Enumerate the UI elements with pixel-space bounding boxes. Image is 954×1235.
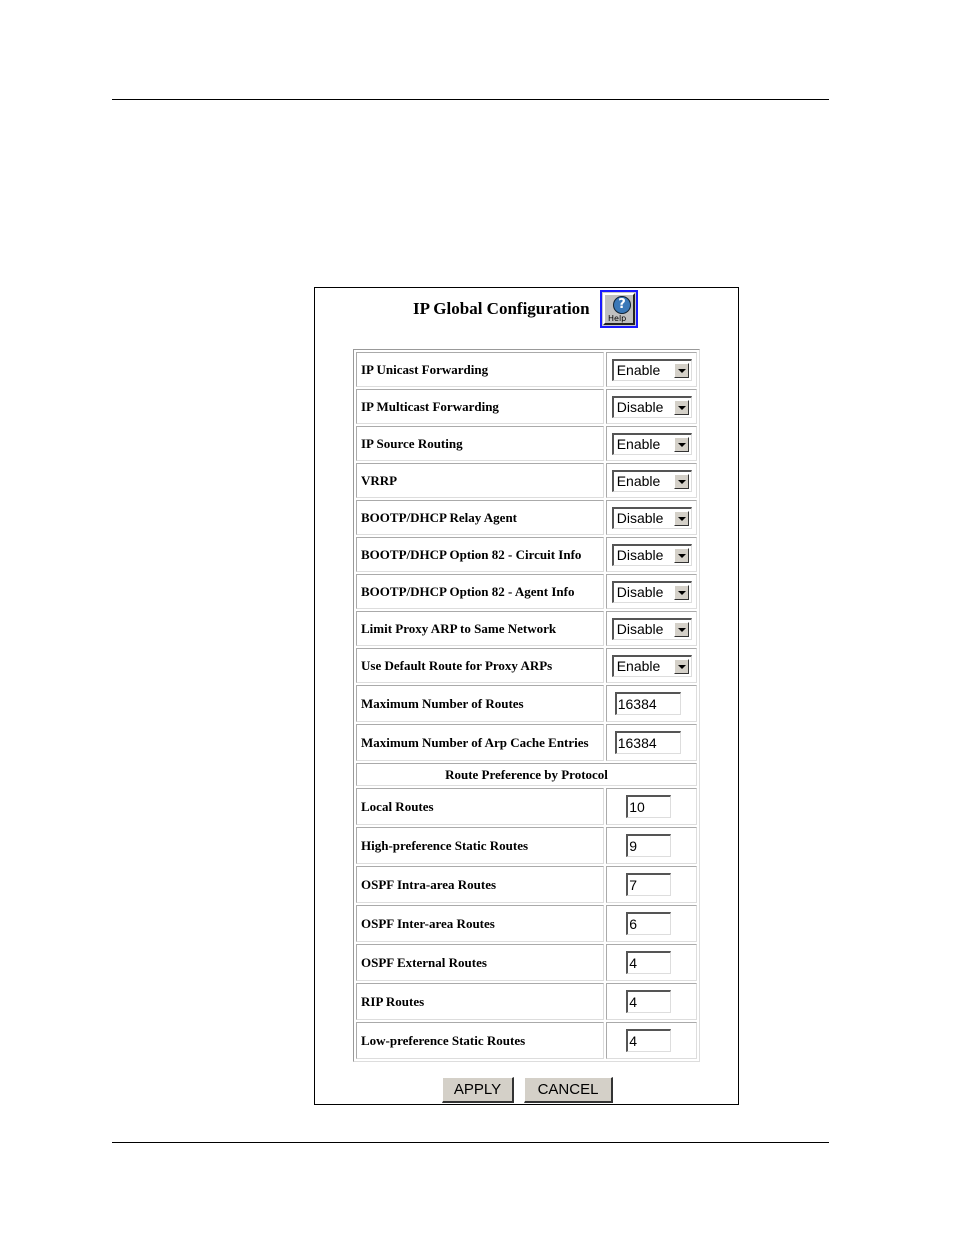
chevron-down-icon[interactable] — [673, 547, 689, 563]
default-route-proxy-arp-select[interactable]: Enable — [611, 654, 692, 677]
ip-global-config-panel: IP Global Configuration ? Help IP Unicas… — [314, 287, 739, 1105]
help-icon: ? — [613, 296, 631, 314]
max-arp-cache-input[interactable] — [614, 731, 681, 754]
limit-proxy-arp-select[interactable]: Disable — [611, 617, 692, 640]
table-row: IP Multicast Forwarding Disable — [356, 389, 697, 424]
option82-agent-info-select[interactable]: Disable — [611, 580, 692, 603]
ip-unicast-forwarding-select[interactable]: Enable — [611, 358, 692, 381]
table-row: OSPF External Routes — [356, 944, 697, 981]
table-row: IP Unicast Forwarding Enable — [356, 352, 697, 387]
bootp-dhcp-relay-select[interactable]: Disable — [611, 506, 692, 529]
table-row: Low-preference Static Routes — [356, 1022, 697, 1059]
header-rule — [112, 99, 829, 100]
max-routes-input[interactable] — [614, 692, 681, 715]
ip-source-routing-select[interactable]: Enable — [611, 432, 692, 455]
ospf-external-input[interactable] — [626, 951, 672, 974]
setting-label: IP Multicast Forwarding — [356, 389, 605, 424]
table-row: Local Routes — [356, 788, 697, 825]
option82-circuit-info-select[interactable]: Disable — [611, 543, 692, 566]
setting-label: RIP Routes — [356, 983, 605, 1020]
apply-button[interactable]: APPLY — [442, 1077, 514, 1103]
title-row: IP Global Configuration ? Help — [315, 290, 738, 330]
local-routes-input[interactable] — [626, 795, 672, 818]
high-pref-static-input[interactable] — [626, 834, 672, 857]
table-row: Maximum Number of Arp Cache Entries — [356, 724, 697, 761]
table-row: Maximum Number of Routes — [356, 685, 697, 722]
setting-label: Maximum Number of Routes — [356, 685, 605, 722]
setting-label: Use Default Route for Proxy ARPs — [356, 648, 605, 683]
cancel-button[interactable]: CANCEL — [524, 1077, 613, 1103]
route-preference-heading: Route Preference by Protocol — [356, 763, 697, 786]
setting-label: BOOTP/DHCP Relay Agent — [356, 500, 605, 535]
rip-routes-input[interactable] — [626, 990, 672, 1013]
setting-label: IP Unicast Forwarding — [356, 352, 605, 387]
ospf-inter-area-input[interactable] — [626, 912, 672, 935]
chevron-down-icon[interactable] — [673, 658, 689, 674]
setting-label: OSPF Intra-area Routes — [356, 866, 605, 903]
table-row: Limit Proxy ARP to Same Network Disable — [356, 611, 697, 646]
setting-label: IP Source Routing — [356, 426, 605, 461]
section-header-row: Route Preference by Protocol — [356, 763, 697, 786]
chevron-down-icon[interactable] — [673, 510, 689, 526]
table-row: High-preference Static Routes — [356, 827, 697, 864]
table-row: RIP Routes — [356, 983, 697, 1020]
table-row: BOOTP/DHCP Option 82 - Circuit Info Disa… — [356, 537, 697, 572]
setting-label: High-preference Static Routes — [356, 827, 605, 864]
setting-label: VRRP — [356, 463, 605, 498]
ip-multicast-forwarding-select[interactable]: Disable — [611, 395, 692, 418]
setting-label: BOOTP/DHCP Option 82 - Agent Info — [356, 574, 605, 609]
chevron-down-icon[interactable] — [673, 621, 689, 637]
chevron-down-icon[interactable] — [673, 399, 689, 415]
help-label: Help — [608, 314, 627, 323]
ospf-intra-area-input[interactable] — [626, 873, 672, 896]
table-row: OSPF Intra-area Routes — [356, 866, 697, 903]
help-button[interactable]: ? Help — [600, 290, 638, 328]
vrrp-select[interactable]: Enable — [611, 469, 692, 492]
setting-label: Low-preference Static Routes — [356, 1022, 605, 1059]
table-row: OSPF Inter-area Routes — [356, 905, 697, 942]
low-pref-static-input[interactable] — [626, 1029, 672, 1052]
table-row: BOOTP/DHCP Option 82 - Agent Info Disabl… — [356, 574, 697, 609]
footer-rule — [112, 1142, 829, 1143]
setting-label: OSPF External Routes — [356, 944, 605, 981]
chevron-down-icon[interactable] — [673, 584, 689, 600]
table-row: VRRP Enable — [356, 463, 697, 498]
setting-label: Local Routes — [356, 788, 605, 825]
chevron-down-icon[interactable] — [673, 473, 689, 489]
config-table: IP Unicast Forwarding Enable IP Multicas… — [353, 349, 700, 1062]
chevron-down-icon[interactable] — [673, 436, 689, 452]
table-row: IP Source Routing Enable — [356, 426, 697, 461]
setting-label: Limit Proxy ARP to Same Network — [356, 611, 605, 646]
table-row: Use Default Route for Proxy ARPs Enable — [356, 648, 697, 683]
page-title: IP Global Configuration — [413, 299, 590, 318]
table-row: BOOTP/DHCP Relay Agent Disable — [356, 500, 697, 535]
setting-label: Maximum Number of Arp Cache Entries — [356, 724, 605, 761]
setting-label: OSPF Inter-area Routes — [356, 905, 605, 942]
setting-label: BOOTP/DHCP Option 82 - Circuit Info — [356, 537, 605, 572]
chevron-down-icon[interactable] — [673, 362, 689, 378]
